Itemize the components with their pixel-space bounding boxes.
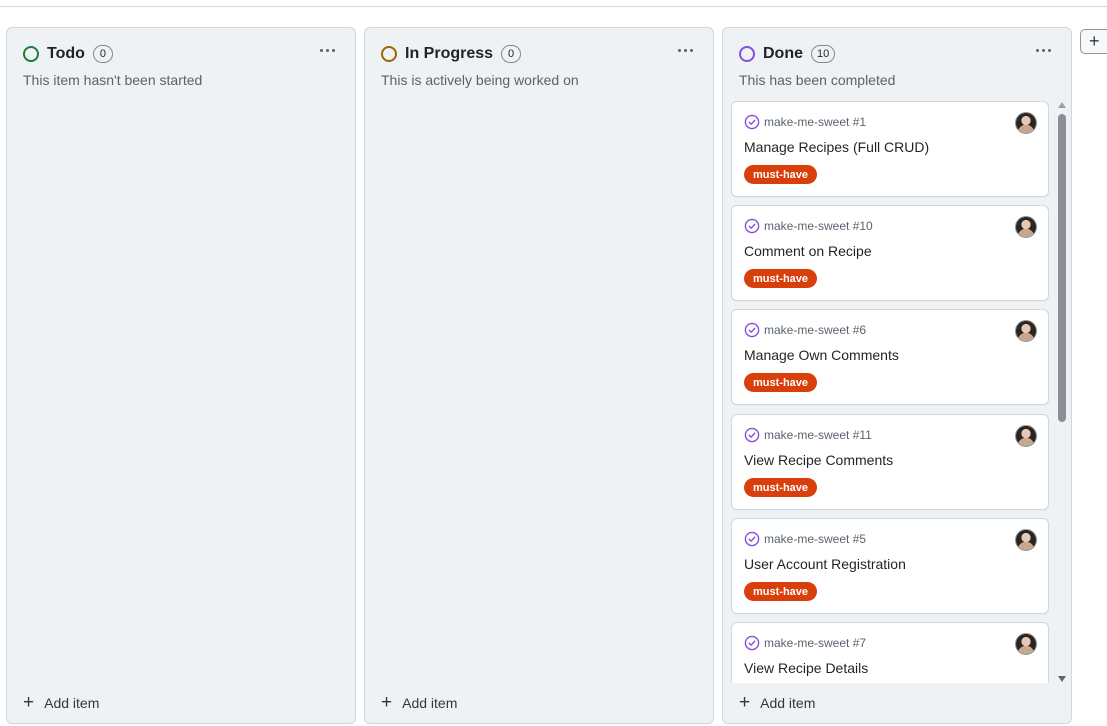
card-list: make-me-sweet #1 Manage Recipes (Full CR…: [731, 101, 1049, 683]
plus-icon: +: [23, 692, 35, 713]
add-item-button[interactable]: + Add item: [381, 692, 458, 713]
card-repo-text: make-me-sweet #5: [764, 532, 867, 546]
card-list-scrollbar[interactable]: [1057, 100, 1067, 684]
card-repo-text: make-me-sweet #11: [764, 428, 872, 442]
card-title[interactable]: Manage Recipes (Full CRUD): [744, 139, 929, 155]
assignee-avatar[interactable]: [1015, 633, 1037, 655]
plus-icon: +: [381, 692, 393, 713]
card-title[interactable]: Manage Own Comments: [744, 347, 899, 363]
issue-card[interactable]: make-me-sweet #1 Manage Recipes (Full CR…: [731, 101, 1049, 197]
card-repo-text: make-me-sweet #7: [764, 636, 867, 650]
column-menu-button[interactable]: [1029, 39, 1057, 61]
add-item-button[interactable]: + Add item: [739, 692, 816, 713]
card-repo-text: make-me-sweet #10: [764, 219, 873, 233]
issue-closed-icon: [744, 114, 760, 130]
assignee-avatar[interactable]: [1015, 425, 1037, 447]
issue-closed-icon: [744, 531, 760, 547]
card-repo-ref: make-me-sweet #11: [744, 427, 872, 443]
issue-card[interactable]: make-me-sweet #7 View Recipe Details mus…: [731, 622, 1049, 683]
scrollbar-thumb[interactable]: [1058, 114, 1066, 422]
add-column-button[interactable]: +: [1080, 29, 1107, 54]
column-header: Done 10: [739, 43, 1055, 65]
label-must-have: must-have: [744, 165, 818, 184]
column-description: This item hasn't been started: [23, 72, 203, 88]
issue-card[interactable]: make-me-sweet #6 Manage Own Comments mus…: [731, 309, 1049, 405]
column-in-progress: In Progress 0 This is actively being wor…: [364, 27, 714, 724]
top-divider: [0, 6, 1107, 7]
column-todo: Todo 0 This item hasn't been started + A…: [6, 27, 356, 724]
assignee-avatar[interactable]: [1015, 112, 1037, 134]
item-count-badge: 0: [501, 45, 522, 63]
issue-card[interactable]: make-me-sweet #10 Comment on Recipe must…: [731, 205, 1049, 301]
plus-icon: +: [739, 692, 751, 713]
scroll-up-arrow-icon[interactable]: [1058, 102, 1066, 108]
column-done: Done 10 This has been completed make-me-…: [722, 27, 1072, 724]
issue-card[interactable]: make-me-sweet #11 View Recipe Comments m…: [731, 414, 1049, 510]
card-repo-text: make-me-sweet #6: [764, 323, 867, 337]
add-item-label: Add item: [760, 695, 816, 711]
column-title: Todo: [47, 45, 85, 62]
card-repo-ref: make-me-sweet #1: [744, 114, 866, 130]
assignee-avatar[interactable]: [1015, 320, 1037, 342]
issue-card[interactable]: make-me-sweet #5 User Account Registrati…: [731, 518, 1049, 614]
column-header: In Progress 0: [381, 43, 697, 65]
issue-closed-icon: [744, 218, 760, 234]
add-item-button[interactable]: + Add item: [23, 692, 100, 713]
label-must-have: must-have: [744, 373, 818, 392]
column-description: This is actively being worked on: [381, 72, 579, 88]
label-must-have: must-have: [744, 582, 818, 601]
column-menu-button[interactable]: [671, 39, 699, 61]
status-circle-icon: [739, 46, 755, 62]
issue-closed-icon: [744, 427, 760, 443]
card-repo-text: make-me-sweet #1: [764, 115, 867, 129]
column-header: Todo 0: [23, 43, 339, 65]
column-description: This has been completed: [739, 72, 896, 88]
scroll-down-arrow-icon[interactable]: [1058, 676, 1066, 682]
add-item-label: Add item: [44, 695, 100, 711]
column-title: In Progress: [405, 45, 494, 62]
item-count-badge: 10: [811, 45, 836, 63]
card-title[interactable]: View Recipe Comments: [744, 452, 893, 468]
label-must-have: must-have: [744, 478, 818, 497]
card-repo-ref: make-me-sweet #5: [744, 531, 866, 547]
card-title[interactable]: View Recipe Details: [744, 660, 868, 676]
issue-closed-icon: [744, 322, 760, 338]
card-title[interactable]: User Account Registration: [744, 556, 906, 572]
status-circle-icon: [381, 46, 397, 62]
card-repo-ref: make-me-sweet #6: [744, 322, 866, 338]
add-item-label: Add item: [402, 695, 458, 711]
card-repo-ref: make-me-sweet #10: [744, 218, 873, 234]
plus-icon: +: [1089, 31, 1100, 51]
label-must-have: must-have: [744, 269, 818, 288]
card-title[interactable]: Comment on Recipe: [744, 243, 872, 259]
status-circle-icon: [23, 46, 39, 62]
issue-closed-icon: [744, 635, 760, 651]
column-menu-button[interactable]: [313, 39, 341, 61]
card-repo-ref: make-me-sweet #7: [744, 635, 866, 651]
item-count-badge: 0: [92, 45, 113, 63]
column-title: Done: [763, 45, 803, 62]
assignee-avatar[interactable]: [1015, 529, 1037, 551]
assignee-avatar[interactable]: [1015, 216, 1037, 238]
